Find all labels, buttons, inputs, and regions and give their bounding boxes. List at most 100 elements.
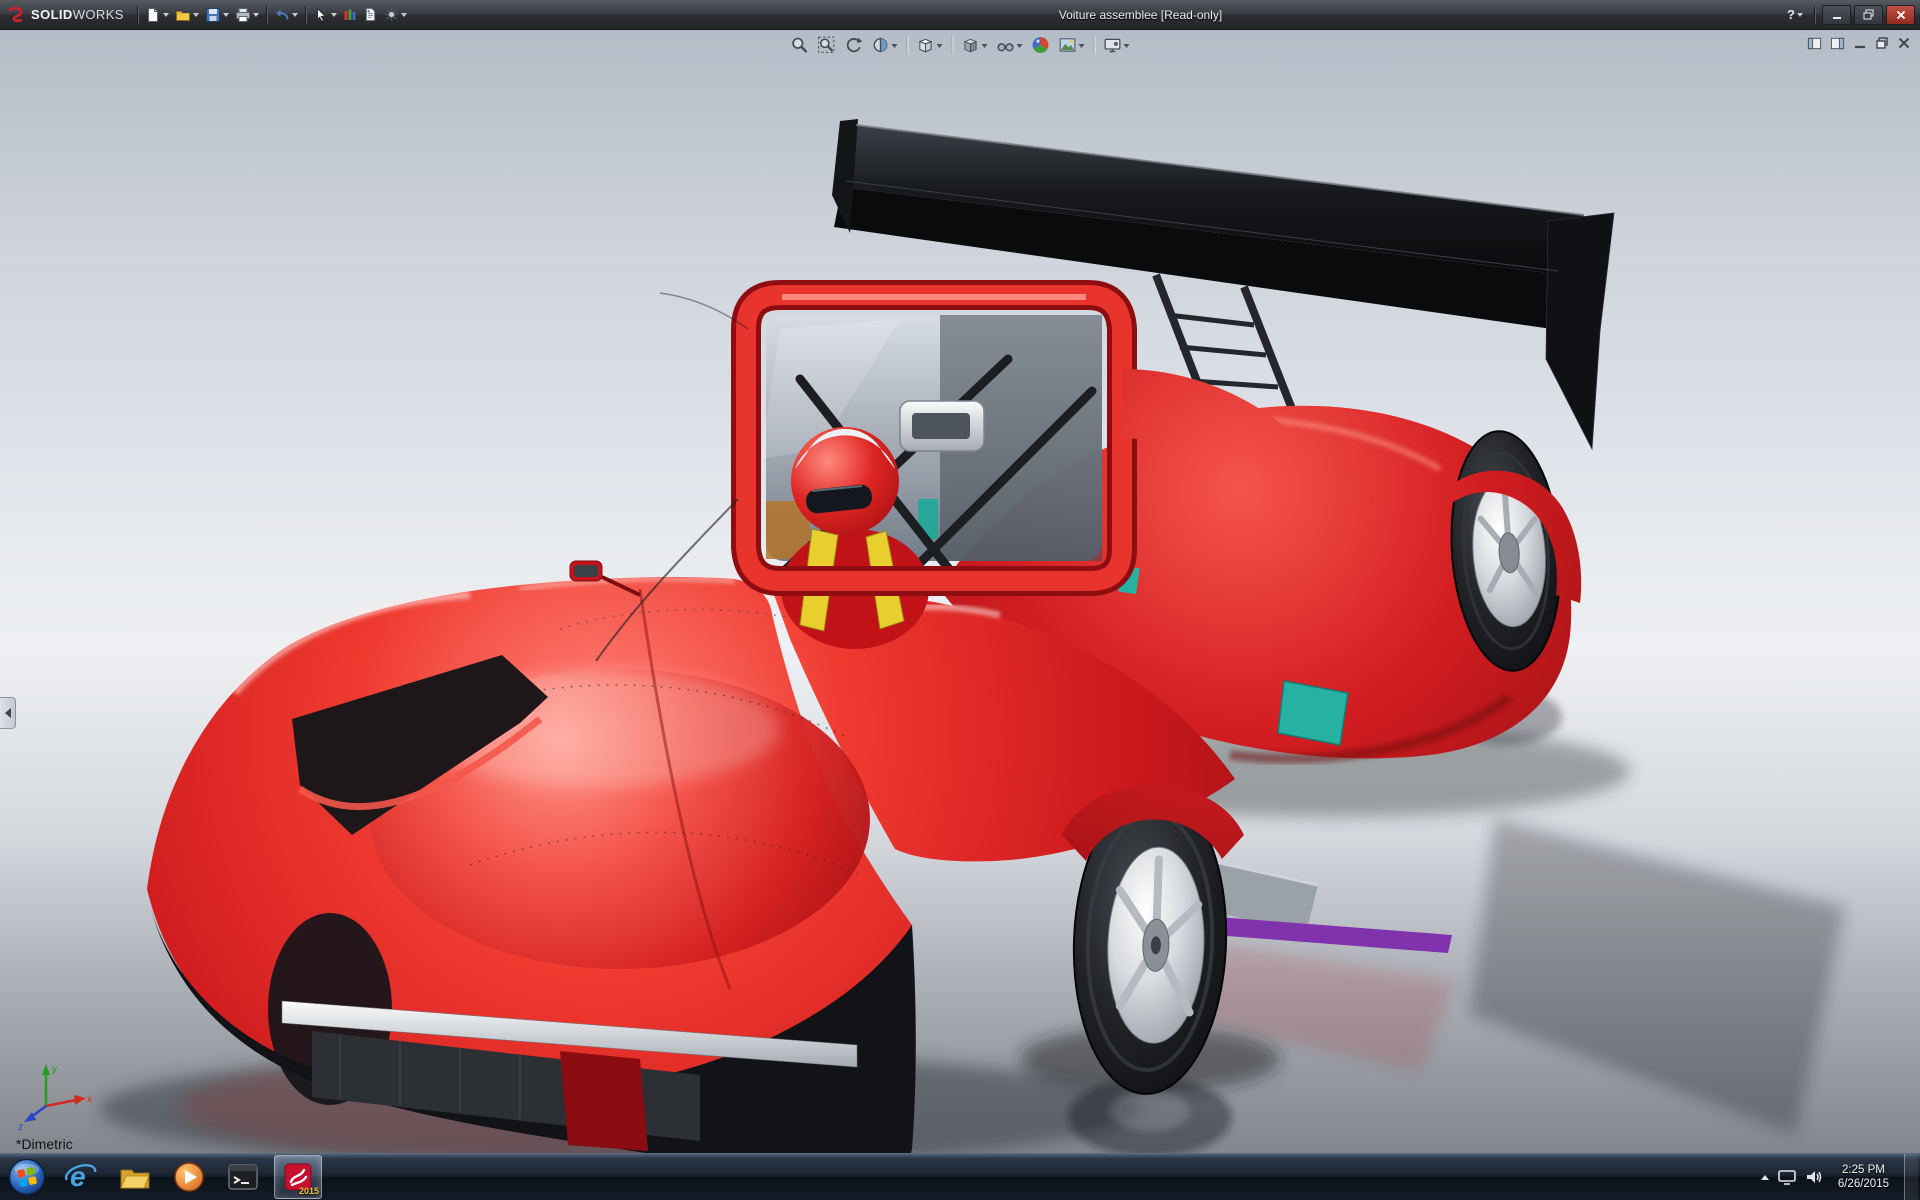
apply-scene-icon	[1059, 36, 1077, 54]
dropdown-caret[interactable]	[937, 44, 943, 48]
taskbar-item-command-prompt[interactable]	[220, 1156, 266, 1198]
graphics-area[interactable]: y x z *Dimetric	[0, 29, 1920, 1154]
edit-appearance-ball-icon	[1032, 36, 1050, 54]
dropdown-caret[interactable]	[401, 13, 407, 17]
doc-minimize-button[interactable]	[1852, 33, 1868, 53]
dropdown-caret[interactable]	[163, 13, 169, 17]
open-button[interactable]	[172, 4, 202, 26]
system-tray: 2:25 PM 6/26/2015	[1761, 1154, 1920, 1200]
view-settings-button[interactable]	[1101, 33, 1133, 57]
print-icon	[235, 7, 251, 23]
file-properties-icon	[363, 7, 378, 22]
taskbar-item-solidworks[interactable]: 2015	[274, 1155, 322, 1199]
help-button[interactable]: ?	[1783, 7, 1807, 22]
open-folder-icon	[175, 7, 191, 23]
internet-explorer-icon: e	[64, 1160, 98, 1194]
section-view-icon	[872, 36, 890, 54]
dropdown-caret[interactable]	[223, 13, 229, 17]
dropdown-caret[interactable]	[892, 44, 898, 48]
display-style-icon	[962, 36, 980, 54]
dropdown-caret[interactable]	[253, 13, 259, 17]
save-button[interactable]	[202, 4, 232, 26]
zoom-to-fit-icon	[791, 36, 809, 54]
minimize-icon	[1832, 10, 1842, 20]
document-title: Voiture assemblee [Read-only]	[1059, 0, 1222, 29]
dropdown-caret[interactable]	[1124, 44, 1130, 48]
new-document-button[interactable]	[142, 4, 172, 26]
previous-view-button[interactable]	[842, 33, 866, 57]
doc-close-icon	[1897, 36, 1911, 50]
sidepod-teal-panel[interactable]	[1278, 681, 1348, 745]
doc-restore-icon	[1875, 36, 1889, 50]
new-document-icon	[145, 7, 161, 23]
toolbar-separator	[1814, 6, 1815, 24]
restore-icon	[1863, 9, 1874, 20]
zoom-to-area-button[interactable]	[815, 33, 839, 57]
minimize-button[interactable]	[1822, 5, 1851, 25]
dropdown-caret[interactable]	[193, 13, 199, 17]
doc-close-button[interactable]	[1896, 33, 1912, 53]
close-button[interactable]	[1886, 5, 1915, 25]
previous-view-icon	[845, 36, 863, 54]
section-view-button[interactable]	[869, 33, 901, 57]
solidworks-version-badge: 2015	[299, 1186, 319, 1196]
edit-appearance-button[interactable]	[1029, 33, 1053, 57]
dropdown-caret[interactable]	[331, 13, 337, 17]
driver-helmet	[791, 427, 899, 535]
doc-restore-button[interactable]	[1874, 33, 1890, 53]
display-tray-icon[interactable]	[1778, 1169, 1796, 1185]
hide-show-items-button[interactable]	[994, 33, 1026, 57]
dropdown-caret[interactable]	[982, 44, 988, 48]
view-orientation-label: *Dimetric	[16, 1136, 73, 1152]
options-button[interactable]	[381, 4, 410, 26]
task-pane-left-button[interactable]	[1806, 33, 1823, 53]
app-name: SOLIDWORKS	[31, 7, 124, 22]
zoom-to-fit-button[interactable]	[788, 33, 812, 57]
select-cursor-icon	[313, 7, 329, 23]
model-canvas[interactable]	[0, 29, 1920, 1154]
print-button[interactable]	[232, 4, 262, 26]
display-style-button[interactable]	[959, 33, 991, 57]
show-desktop-button[interactable]	[1904, 1154, 1918, 1200]
windows-start-orb-icon	[8, 1158, 46, 1196]
taskbar-item-windows-explorer[interactable]	[112, 1156, 158, 1198]
airbox-intake[interactable]	[900, 401, 984, 451]
help-glyph: ?	[1787, 7, 1795, 22]
hide-show-glasses-icon	[997, 36, 1015, 54]
view-orientation-button[interactable]	[914, 33, 946, 57]
task-pane-right-button[interactable]	[1829, 33, 1846, 53]
toolbar-separator	[137, 6, 138, 24]
zoom-to-area-icon	[818, 36, 836, 54]
triad-y-label: y	[52, 1064, 57, 1075]
folder-icon	[118, 1160, 152, 1194]
dropdown-caret[interactable]	[1017, 44, 1023, 48]
heads-up-view-toolbar	[788, 33, 1133, 57]
featuremanager-collapse-tab[interactable]	[0, 697, 16, 729]
view-orientation-cube-icon	[917, 36, 935, 54]
taskbar-item-internet-explorer[interactable]: e	[58, 1156, 104, 1198]
toolbar-separator	[266, 6, 267, 24]
view-settings-icon	[1104, 36, 1122, 54]
restore-button[interactable]	[1854, 5, 1883, 25]
taskbar-clock[interactable]: 2:25 PM 6/26/2015	[1832, 1163, 1895, 1191]
toolbar-separator	[952, 36, 953, 54]
apply-scene-button[interactable]	[1056, 33, 1088, 57]
appearance-swatch-button[interactable]	[340, 4, 360, 26]
select-button[interactable]	[310, 4, 340, 26]
triad-z-label: z	[18, 1122, 23, 1132]
toolbar-separator	[305, 6, 306, 24]
triad-x-label: x	[87, 1094, 92, 1105]
document-window-controls	[1806, 33, 1912, 53]
show-hidden-icons-button[interactable]	[1761, 1175, 1769, 1180]
clock-date: 6/26/2015	[1838, 1177, 1889, 1191]
start-button[interactable]	[4, 1156, 50, 1198]
close-icon	[1896, 10, 1906, 20]
undo-button[interactable]	[271, 4, 301, 26]
volume-tray-icon[interactable]	[1805, 1169, 1823, 1185]
file-properties-button[interactable]	[360, 4, 381, 26]
dropdown-caret[interactable]	[1079, 44, 1085, 48]
task-pane-right-icon	[1830, 36, 1845, 51]
taskbar-item-media-player[interactable]	[166, 1156, 212, 1198]
dropdown-caret[interactable]	[1797, 13, 1803, 17]
dropdown-caret[interactable]	[292, 13, 298, 17]
